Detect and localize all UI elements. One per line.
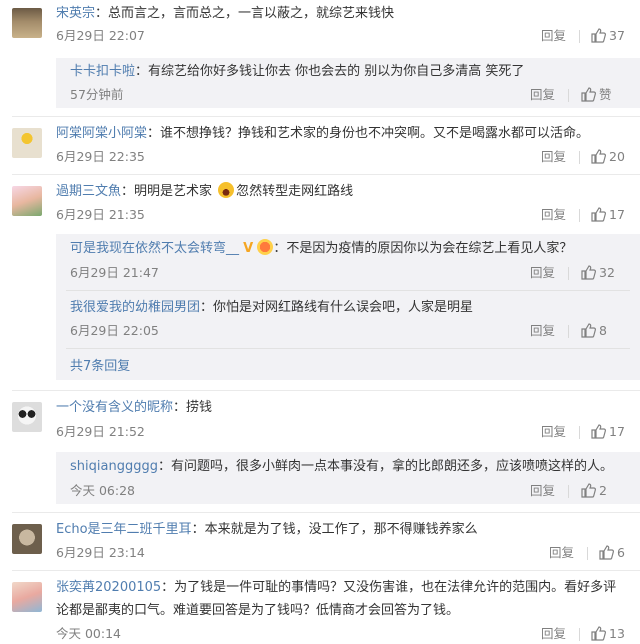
username[interactable]: 宋英宗 bbox=[56, 6, 95, 21]
username[interactable]: Echo是三年二班千里耳 bbox=[56, 522, 192, 537]
like-count: 13 bbox=[609, 626, 625, 641]
reply-button[interactable]: 回复 bbox=[541, 625, 566, 643]
divider bbox=[12, 512, 640, 513]
comment-time: 6月29日 21:52 bbox=[56, 424, 145, 439]
username[interactable]: 张奕苒20200105 bbox=[56, 580, 161, 595]
divider bbox=[12, 116, 640, 117]
comment-text-line2: 论都是鄙夷的口气。难道要回答是为了钱吗？低情商才会回答为了钱。 bbox=[56, 603, 460, 618]
thumbs-up-icon bbox=[581, 323, 596, 338]
thumbs-up-icon bbox=[581, 87, 596, 102]
like-button[interactable]: 17 bbox=[590, 423, 625, 441]
username[interactable]: 我很爱我的幼稚园男团 bbox=[70, 300, 200, 315]
like-button[interactable]: 2 bbox=[580, 482, 607, 500]
comment-text: ：本来就是为了钱，没工作了，那不得赚钱养家么 bbox=[191, 522, 478, 537]
reply-button[interactable]: 回复 bbox=[541, 27, 566, 45]
avatar[interactable] bbox=[12, 582, 42, 612]
comment-time: 6月29日 21:35 bbox=[56, 207, 145, 222]
like-button[interactable]: 20 bbox=[590, 148, 625, 166]
reply-text: ：不是因为疫情的原因你以为会在综艺上看见人家？ bbox=[273, 241, 573, 256]
like-button[interactable]: 32 bbox=[580, 264, 615, 282]
divider bbox=[66, 348, 630, 349]
divider bbox=[587, 547, 588, 560]
reply-text: ：你怕是对网红路线有什么误会吧，人家是明星 bbox=[200, 300, 474, 315]
reply-button[interactable]: 回复 bbox=[549, 544, 574, 562]
avatar[interactable] bbox=[12, 402, 42, 432]
like-count: 17 bbox=[609, 424, 625, 439]
divider bbox=[579, 151, 580, 164]
thumbs-up-icon bbox=[599, 545, 614, 560]
divider bbox=[568, 267, 569, 280]
comment-text: ：捞钱 bbox=[173, 400, 213, 415]
like-button[interactable]: 17 bbox=[590, 206, 625, 224]
like-count: 32 bbox=[599, 265, 615, 280]
username[interactable]: 一个没有含义的昵称 bbox=[56, 400, 173, 415]
reply-text: ：有问题吗，很多小鲜肉一点本事没有，拿的比郎朗还多，应该喷喷这样的人。 bbox=[157, 459, 613, 474]
laughing-emoji-icon bbox=[218, 182, 235, 198]
comment-text: ：总而言之，言而总之，一言以蔽之，就综艺来钱快 bbox=[95, 6, 395, 21]
reply-button[interactable]: 回复 bbox=[541, 148, 566, 166]
comment-text: ：谁不想挣钱？挣钱和艺术家的身份也不冲突啊。又不是喝露水都可以活命。 bbox=[147, 126, 590, 141]
like-button[interactable]: 6 bbox=[598, 544, 625, 562]
reply-time: 57分钟前 bbox=[70, 87, 124, 102]
thumbs-up-icon bbox=[591, 207, 606, 222]
reply-button[interactable]: 回复 bbox=[541, 206, 566, 224]
avatar[interactable] bbox=[12, 8, 42, 38]
reply-button[interactable]: 回复 bbox=[530, 264, 555, 282]
like-button[interactable]: 赞 bbox=[580, 86, 612, 104]
divider bbox=[568, 485, 569, 498]
like-count: 8 bbox=[599, 323, 607, 338]
avatar[interactable] bbox=[12, 128, 42, 158]
divider bbox=[66, 290, 630, 291]
divider bbox=[568, 325, 569, 338]
medal-badge-icon bbox=[257, 239, 274, 255]
comment-text-continued: 忽然转型走网红路线 bbox=[236, 184, 354, 199]
username[interactable]: 阿棠阿棠小阿棠 bbox=[56, 126, 147, 141]
comment-text: ：明明是艺术家 bbox=[121, 184, 213, 199]
verified-v-icon: V bbox=[243, 241, 254, 256]
divider bbox=[579, 426, 580, 439]
username[interactable]: 卡卡扣卡啦 bbox=[70, 64, 135, 79]
thumbs-up-icon bbox=[591, 149, 606, 164]
reply-button[interactable]: 回复 bbox=[530, 322, 555, 340]
like-button[interactable]: 8 bbox=[580, 322, 607, 340]
like-count: 37 bbox=[609, 28, 625, 43]
username[interactable]: 可是我现在依然不太会转弯__ bbox=[70, 241, 239, 256]
reply-button[interactable]: 回复 bbox=[530, 86, 555, 104]
thumbs-up-icon bbox=[581, 265, 596, 280]
like-button[interactable]: 13 bbox=[590, 625, 625, 643]
username[interactable]: 過期三文魚 bbox=[56, 184, 121, 199]
reply-time: 6月29日 22:05 bbox=[70, 323, 159, 338]
divider bbox=[579, 209, 580, 222]
like-count: 2 bbox=[599, 483, 607, 498]
divider bbox=[579, 30, 580, 43]
thumbs-up-icon bbox=[591, 626, 606, 641]
comment-time: 6月29日 22:35 bbox=[56, 149, 145, 164]
like-label: 赞 bbox=[599, 87, 612, 102]
like-count: 17 bbox=[609, 207, 625, 222]
divider bbox=[12, 570, 640, 571]
like-count: 6 bbox=[617, 545, 625, 560]
comment-text: ：为了钱是一件可耻的事情吗？又没伤害谁，也在法律允许的范围内。看好多评 bbox=[161, 580, 617, 595]
reply-button[interactable]: 回复 bbox=[530, 482, 555, 500]
avatar[interactable] bbox=[12, 524, 42, 554]
thumbs-up-icon bbox=[591, 424, 606, 439]
thumbs-up-icon bbox=[581, 483, 596, 498]
like-button[interactable]: 37 bbox=[590, 27, 625, 45]
reply-time: 6月29日 21:47 bbox=[70, 265, 159, 280]
reply-text: ：有综艺给你好多钱让你去 你也会去的 别以为你自己多清高 笑死了 bbox=[135, 64, 525, 79]
divider bbox=[568, 89, 569, 102]
divider bbox=[12, 390, 640, 391]
avatar[interactable] bbox=[12, 186, 42, 216]
comment-time: 6月29日 23:14 bbox=[56, 545, 145, 560]
comment-time: 6月29日 22:07 bbox=[56, 28, 145, 43]
thumbs-up-icon bbox=[591, 28, 606, 43]
like-count: 20 bbox=[609, 149, 625, 164]
more-replies-link[interactable]: 共7条回复 bbox=[70, 359, 130, 374]
comment-time: 今天 00:14 bbox=[56, 626, 121, 641]
divider bbox=[579, 628, 580, 641]
divider bbox=[12, 174, 640, 175]
reply-time: 今天 06:28 bbox=[70, 483, 135, 498]
reply-button[interactable]: 回复 bbox=[541, 423, 566, 441]
username[interactable]: shiqianggggg bbox=[70, 459, 158, 474]
